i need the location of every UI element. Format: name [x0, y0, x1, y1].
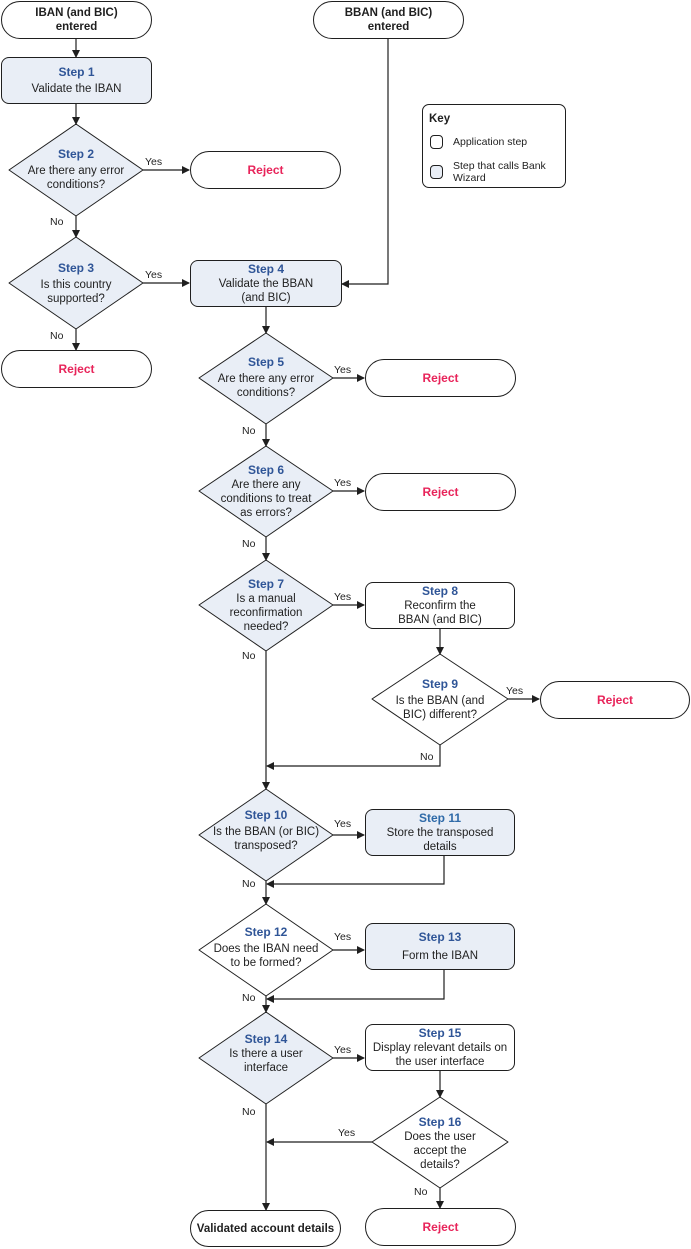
edge-label-s5-no: No [242, 425, 256, 437]
step-11-label: Step 11 [418, 811, 462, 825]
step-15-text: Display relevant details on the user int… [372, 1042, 508, 1068]
step-11-text: Store the transposed details [386, 827, 494, 853]
step-7-text: Is a manual reconfirmation needed? [229, 592, 303, 633]
process-step-15: Step 15 Display relevant details on the … [365, 1024, 515, 1071]
step-16-text: Does the user accept the details? [404, 1130, 476, 1171]
step-1-label: Step 1 [58, 65, 95, 79]
step-10-label: Step 10 [244, 807, 288, 822]
process-step-13: Step 13 Form the IBAN [365, 923, 515, 970]
validated-label: Validated account details [196, 1222, 335, 1235]
legend-title: Key [429, 113, 451, 125]
reject-label: Reject [422, 371, 459, 385]
edge-label-s6-no: No [242, 538, 256, 550]
edge-label-s3-yes: Yes [145, 269, 163, 281]
reject-terminal-s5: Reject [365, 359, 516, 397]
process-step-8: Step 8 Reconfirm the BBAN (and BIC) [365, 582, 515, 629]
reject-terminal-s3: Reject [1, 350, 152, 388]
step-2-label: Step 2 [57, 146, 94, 161]
step-7-label: Step 7 [247, 576, 284, 591]
step-10-text: Is the BBAN (or BIC) transposed? [212, 825, 320, 852]
process-step-4: Step 4 Validate the BBAN (and BIC) [190, 260, 342, 307]
reject-terminal-s2: Reject [190, 151, 341, 189]
step-1-text: Validate the IBAN [31, 83, 122, 95]
legend-label-bank-wizard-step: Step that calls Bank Wizard [453, 160, 546, 184]
decision-step-2: Step 2 Are there any error conditions? [22, 138, 130, 200]
edge-label-s12-no: No [242, 992, 256, 1004]
decision-step-14: Step 14 Is there a user interface [212, 1022, 320, 1084]
step-12-text: Does the IBAN need to be formed? [213, 942, 319, 969]
reject-label: Reject [422, 1220, 459, 1234]
end-validated-account-details: Validated account details [190, 1210, 341, 1247]
step-14-label: Step 14 [244, 1031, 288, 1046]
decision-step-12: Step 12 Does the IBAN need to be formed? [208, 916, 324, 978]
reject-terminal-s6: Reject [365, 473, 516, 511]
reject-label: Reject [247, 163, 284, 177]
step-5-text: Are there any error conditions? [217, 372, 315, 399]
decision-step-6: Step 6 Are there any conditions to treat… [212, 456, 320, 526]
start-bban-label: BBAN (and BIC) entered [344, 7, 433, 33]
step-9-text: Is the BBAN (and BIC) different? [395, 694, 485, 721]
step-13-label: Step 13 [418, 930, 462, 944]
step-5-label: Step 5 [247, 354, 284, 369]
reject-terminal-s16: Reject [365, 1208, 516, 1246]
start-bban-entered: BBAN (and BIC) entered [313, 1, 464, 39]
step-6-text: Are there any conditions to treat as err… [220, 478, 312, 519]
edge-label-s10-no: No [242, 878, 256, 890]
edge-label-s7-yes: Yes [334, 591, 352, 603]
edge-label-s6-yes: Yes [334, 477, 352, 489]
legend-swatch-bank-wizard-step [430, 165, 443, 179]
edge-label-s16-yes: Yes [338, 1127, 356, 1139]
step-4-label: Step 4 [247, 262, 284, 276]
edge-s9-no [266, 745, 441, 770]
edge-label-s5-yes: Yes [334, 364, 352, 376]
step-2-text: Are there any error conditions? [27, 164, 125, 191]
reject-label: Reject [422, 485, 459, 499]
edge-label-s12-yes: Yes [334, 931, 352, 943]
edge-bban-to-s4 [341, 38, 389, 288]
decision-step-10: Step 10 Is the BBAN (or BIC) transposed? [208, 799, 324, 861]
reject-label: Reject [58, 362, 95, 376]
step-15-label: Step 15 [418, 1026, 462, 1040]
edge-label-s10-yes: Yes [334, 818, 352, 830]
process-step-1: Step 1 Validate the IBAN [1, 57, 152, 104]
step-16-label: Step 16 [418, 1114, 462, 1129]
decision-step-7: Step 7 Is a manual reconfirmation needed… [212, 570, 320, 640]
decision-step-5: Step 5 Are there any error conditions? [212, 346, 320, 408]
reject-label: Reject [596, 693, 634, 707]
legend-key: Key Application step Step that calls Ban… [422, 104, 566, 188]
step-12-label: Step 12 [244, 924, 288, 939]
decision-step-16: Step 16 Does the user accept the details… [390, 1110, 490, 1176]
edge-label-s9-yes: Yes [506, 685, 524, 697]
edge-label-s14-yes: Yes [334, 1044, 352, 1056]
legend-label-application-step: Application step [453, 136, 528, 148]
edge-label-s2-no: No [50, 216, 64, 228]
start-iban-entered: IBAN (and BIC) entered [1, 1, 152, 39]
step-13-text: Form the IBAN [401, 950, 479, 962]
decision-step-9: Step 9 Is the BBAN (and BIC) different? [386, 668, 494, 730]
edge-label-s7-no: No [242, 650, 256, 662]
legend-swatch-application-step [430, 135, 443, 149]
edge-label-s2-yes: Yes [145, 156, 163, 168]
step-3-text: Is this country supported? [40, 278, 112, 305]
step-8-text: Reconfirm the BBAN (and BIC) [398, 600, 482, 626]
reject-terminal-s9: Reject [540, 681, 690, 719]
edge-label-s14-no: No [242, 1106, 256, 1118]
step-3-label: Step 3 [57, 260, 94, 275]
process-step-11: Step 11 Store the transposed details [365, 809, 515, 856]
step-4-text: Validate the BBAN (and BIC) [218, 278, 314, 304]
decision-step-3: Step 3 Is this country supported? [22, 252, 130, 314]
edge-label-s16-no: No [414, 1186, 428, 1198]
step-14-text: Is there a user interface [229, 1047, 303, 1074]
edge-label-s3-no: No [50, 330, 64, 342]
start-iban-label: IBAN (and BIC) entered [35, 7, 118, 33]
step-6-label: Step 6 [247, 462, 284, 477]
step-9-label: Step 9 [421, 676, 458, 691]
step-8-label: Step 8 [421, 584, 458, 598]
edge-label-s9-no: No [420, 751, 434, 763]
